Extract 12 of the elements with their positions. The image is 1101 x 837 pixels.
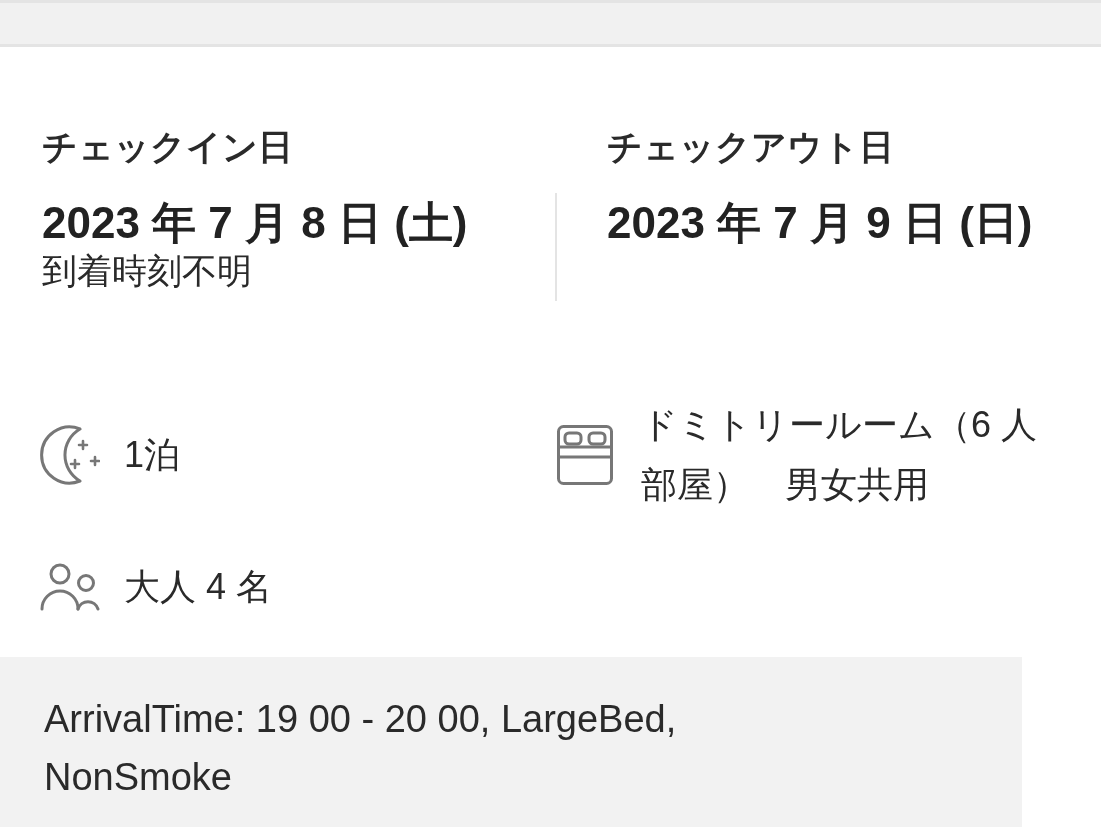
bed-icon [557,425,613,485]
check-out-date: 2023 年 7 月 9 日 (日) [607,197,1034,249]
moon-icon [40,425,100,485]
note-text: ArrivalTime: 19 00 - 20 00, LargeBed, NonSmoke [44,697,678,800]
check-out-label: チェックアウト日 [607,126,895,168]
room-type-text: ドミトリールーム（6 人部屋） 男女共用 [641,403,1039,507]
people-icon [40,563,100,611]
nights-text: 1泊 [124,433,181,477]
guests-text: 大人 4 名 [124,565,273,609]
check-in-date: 2023 年 7 月 8 日 (土) [42,197,469,249]
check-in-label: チェックイン日 [42,126,294,168]
arrival-time-text: 到着時刻不明 [42,250,253,292]
